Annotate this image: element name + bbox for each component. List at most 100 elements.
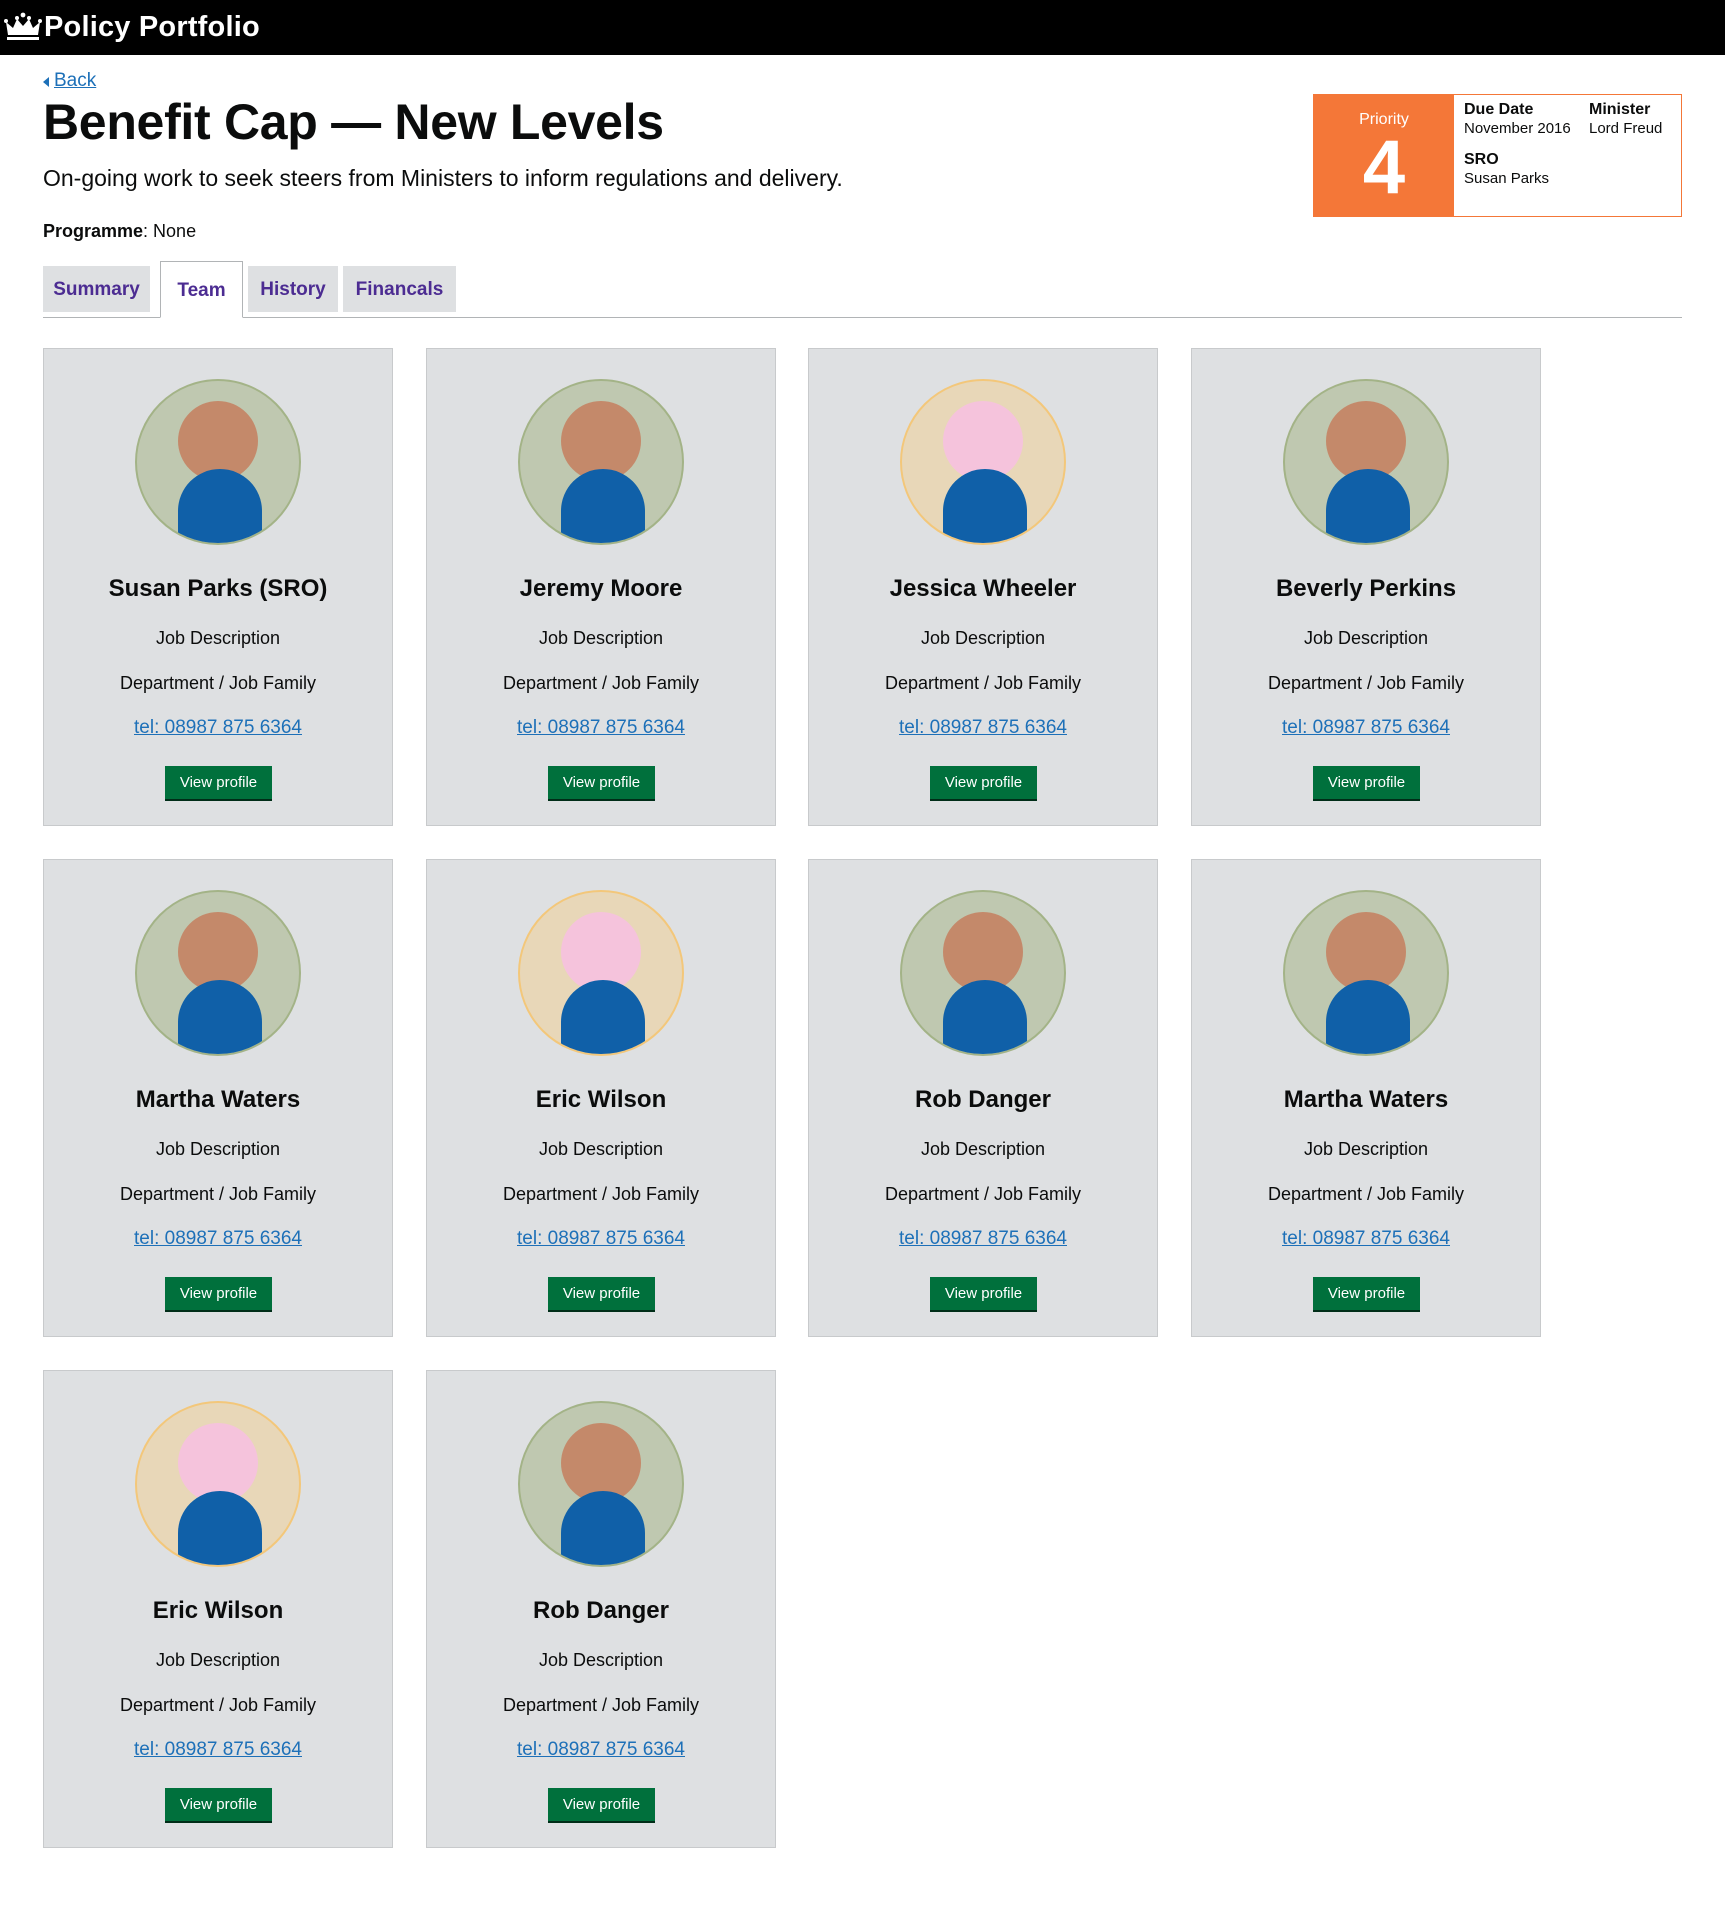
team-member-card: Martha Waters Job Description Department /… bbox=[43, 859, 393, 1337]
site-title[interactable]: Policy Portfolio bbox=[44, 10, 260, 44]
member-department: Department / Job Family bbox=[884, 1184, 1082, 1204]
view-profile-button[interactable]: View profile bbox=[1313, 1277, 1420, 1310]
avatar-body-icon bbox=[178, 469, 262, 543]
priority-badge: Priority 4 bbox=[1314, 95, 1454, 216]
view-profile-button[interactable]: View profile bbox=[548, 1788, 655, 1821]
view-profile-button[interactable]: View profile bbox=[165, 1277, 272, 1310]
avatar bbox=[135, 890, 301, 1056]
view-profile-button[interactable]: View profile bbox=[548, 766, 655, 799]
tabs-divider bbox=[43, 317, 1682, 318]
member-phone-link[interactable]: tel: 08987 875 6364 bbox=[427, 717, 775, 739]
member-department: Department / Job Family bbox=[119, 1184, 317, 1204]
tab-team[interactable]: Team bbox=[160, 261, 243, 318]
due-date-label: Due Date bbox=[1464, 101, 1534, 118]
programme-value: : None bbox=[143, 221, 197, 241]
minister-value: Lord Freud bbox=[1589, 120, 1663, 137]
member-phone-link[interactable]: tel: 08987 875 6364 bbox=[44, 1739, 392, 1761]
member-name: Martha Waters bbox=[1283, 1086, 1449, 1113]
team-member-card: Beverly Perkins Job Description Department… bbox=[1191, 348, 1541, 826]
avatar-body-icon bbox=[1326, 980, 1410, 1054]
member-department: Department / Job Family bbox=[502, 673, 700, 693]
member-department: Department / Job Family bbox=[502, 1695, 700, 1715]
member-name: Rob Danger bbox=[914, 1086, 1051, 1113]
member-phone-link[interactable]: tel: 08987 875 6364 bbox=[809, 1228, 1157, 1250]
avatar-body-icon bbox=[178, 980, 262, 1054]
member-job: Job Description bbox=[155, 1650, 281, 1670]
member-phone-link[interactable]: tel: 08987 875 6364 bbox=[427, 1228, 775, 1250]
priority-panel: Priority 4 Due Date November 2016 Minist… bbox=[1313, 94, 1682, 217]
avatar bbox=[900, 890, 1066, 1056]
page-description: On-going work to seek steers from Minist… bbox=[43, 165, 843, 191]
member-department: Department / Job Family bbox=[119, 673, 317, 693]
view-profile-button[interactable]: View profile bbox=[165, 1788, 272, 1821]
member-phone-link[interactable]: tel: 08987 875 6364 bbox=[427, 1739, 775, 1761]
tab-history[interactable]: History bbox=[248, 266, 338, 312]
avatar-body-icon bbox=[561, 980, 645, 1054]
avatar-body-icon bbox=[561, 1491, 645, 1565]
programme-line: Programme: None bbox=[43, 220, 196, 242]
avatar-body-icon bbox=[1326, 469, 1410, 543]
sro-label: SRO bbox=[1464, 151, 1499, 168]
member-job: Job Description bbox=[155, 1139, 281, 1159]
team-member-card: Eric Wilson Job Description Department / J… bbox=[43, 1370, 393, 1848]
avatar bbox=[1283, 890, 1449, 1056]
back-link[interactable]: Back bbox=[54, 70, 96, 92]
avatar-body-icon bbox=[178, 1491, 262, 1565]
member-job: Job Description bbox=[538, 1139, 664, 1159]
sro-value: Susan Parks bbox=[1464, 170, 1550, 187]
team-member-card: Jessica Wheeler Job Description Department… bbox=[808, 348, 1158, 826]
member-department: Department / Job Family bbox=[884, 673, 1082, 693]
avatar bbox=[518, 890, 684, 1056]
member-phone-link[interactable]: tel: 08987 875 6364 bbox=[44, 1228, 392, 1250]
member-name: Eric Wilson bbox=[152, 1597, 284, 1624]
member-name: Jessica Wheeler bbox=[889, 575, 1077, 602]
priority-value: 4 bbox=[1362, 125, 1406, 210]
member-name: Rob Danger bbox=[532, 1597, 669, 1624]
member-phone-link[interactable]: tel: 08987 875 6364 bbox=[809, 717, 1157, 739]
site-header: Policy Portfolio bbox=[0, 0, 1725, 55]
programme-label: Programme bbox=[43, 221, 144, 241]
avatar bbox=[1283, 379, 1449, 545]
back-arrow-icon bbox=[43, 77, 49, 87]
avatar bbox=[900, 379, 1066, 545]
member-department: Department / Job Family bbox=[502, 1184, 700, 1204]
member-job: Job Description bbox=[538, 628, 664, 648]
member-name: Beverly Perkins bbox=[1275, 575, 1457, 602]
view-profile-button[interactable]: View profile bbox=[1313, 766, 1420, 799]
view-profile-button[interactable]: View profile bbox=[930, 1277, 1037, 1310]
tab-financals[interactable]: Financals bbox=[343, 266, 456, 312]
avatar bbox=[135, 1401, 301, 1567]
member-department: Department / Job Family bbox=[1267, 673, 1465, 693]
team-member-card: Rob Danger Job Description Department / Jo… bbox=[426, 1370, 776, 1848]
avatar-body-icon bbox=[561, 469, 645, 543]
page-title: Benefit Cap — New Levels bbox=[43, 94, 664, 150]
member-department: Department / Job Family bbox=[1267, 1184, 1465, 1204]
team-member-card: Martha Waters Job Description Department /… bbox=[1191, 859, 1541, 1337]
member-job: Job Description bbox=[155, 628, 281, 648]
avatar bbox=[518, 1401, 684, 1567]
member-phone-link[interactable]: tel: 08987 875 6364 bbox=[44, 717, 392, 739]
tab-summary[interactable]: Summary bbox=[43, 266, 150, 312]
member-job: Job Description bbox=[538, 1650, 664, 1670]
view-profile-button[interactable]: View profile bbox=[548, 1277, 655, 1310]
team-member-card: Susan Parks (SRO) Job Description Departme… bbox=[43, 348, 393, 826]
team-member-card: Rob Danger Job Description Department / Jo… bbox=[808, 859, 1158, 1337]
avatar bbox=[518, 379, 684, 545]
team-member-card: Jeremy Moore Job Description Department / … bbox=[426, 348, 776, 826]
view-profile-button[interactable]: View profile bbox=[165, 766, 272, 799]
view-profile-button[interactable]: View profile bbox=[930, 766, 1037, 799]
avatar-body-icon bbox=[943, 469, 1027, 543]
due-date-value: November 2016 bbox=[1464, 120, 1571, 137]
avatar-body-icon bbox=[943, 980, 1027, 1054]
avatar bbox=[135, 379, 301, 545]
member-job: Job Description bbox=[1303, 1139, 1429, 1159]
member-job: Job Description bbox=[920, 628, 1046, 648]
member-name: Martha Waters bbox=[135, 1086, 301, 1113]
crown-icon bbox=[4, 12, 42, 40]
member-job: Job Description bbox=[920, 1139, 1046, 1159]
member-phone-link[interactable]: tel: 08987 875 6364 bbox=[1192, 1228, 1540, 1250]
minister-label: Minister bbox=[1589, 101, 1651, 118]
member-job: Job Description bbox=[1303, 628, 1429, 648]
member-phone-link[interactable]: tel: 08987 875 6364 bbox=[1192, 717, 1540, 739]
team-member-card: Eric Wilson Job Description Department / J… bbox=[426, 859, 776, 1337]
